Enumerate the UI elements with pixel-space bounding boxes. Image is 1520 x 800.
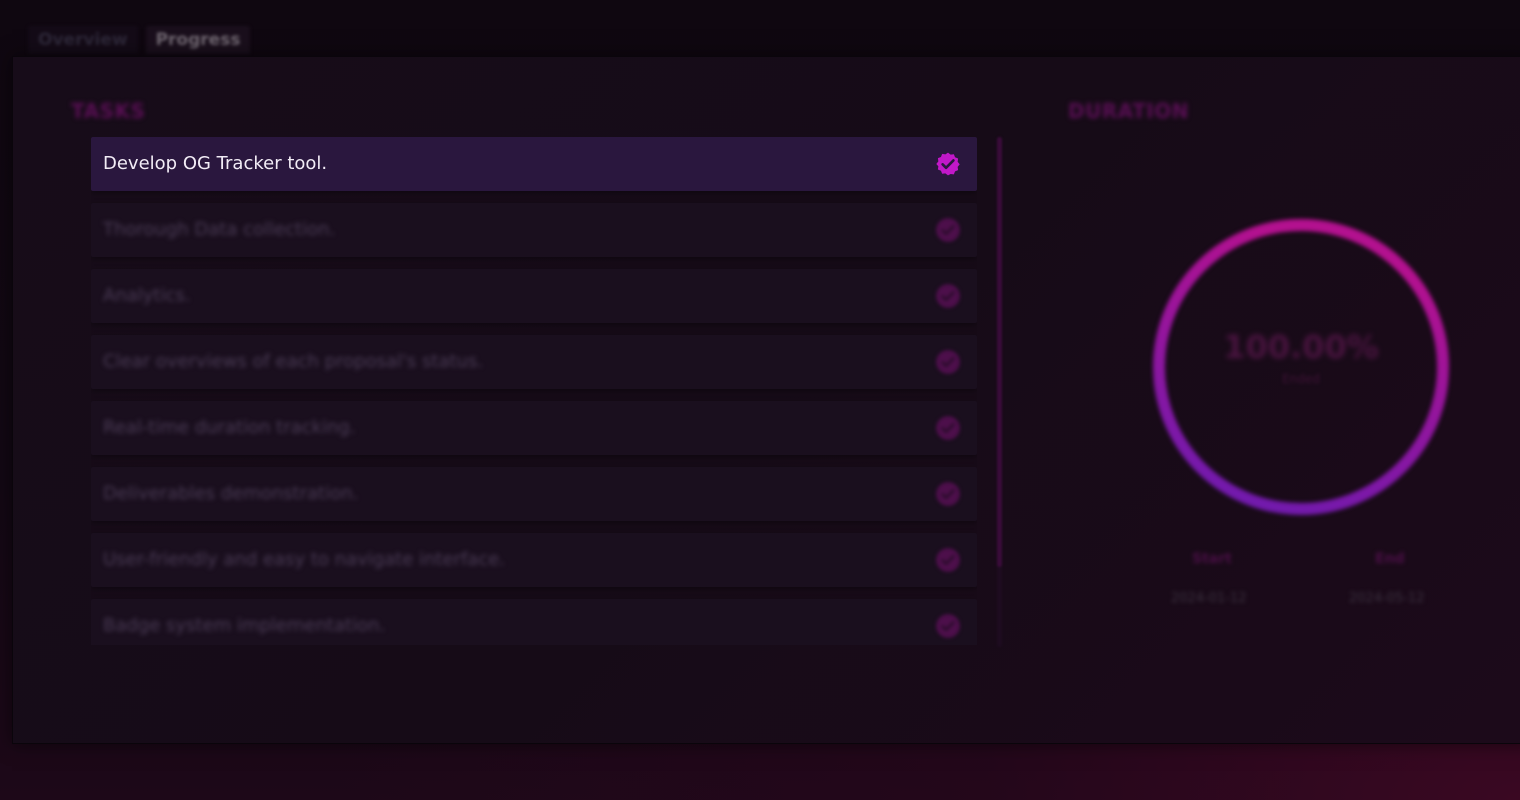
task-row[interactable]: Analytics. <box>91 269 977 323</box>
duration-title: DURATION <box>1068 99 1189 123</box>
ring-center: 100.00% Ended <box>1146 212 1456 522</box>
progress-percent: 100.00% <box>1223 328 1379 366</box>
tab-overview[interactable]: Overview <box>28 26 138 54</box>
tasks-title: TASKS <box>71 99 146 123</box>
verified-check-icon <box>936 218 960 242</box>
task-label: Badge system implementation. <box>103 615 386 636</box>
task-label: Deliverables demonstration. <box>103 483 359 504</box>
verified-check-icon <box>936 350 960 374</box>
task-label: User-friendly and easy to navigate inter… <box>103 549 506 570</box>
start-date: 2024-01-12 <box>1171 591 1247 606</box>
verified-check-icon <box>936 152 960 176</box>
tab-progress[interactable]: Progress <box>145 26 251 54</box>
progress-caption: Ended <box>1282 372 1320 386</box>
start-label: Start <box>1192 551 1232 567</box>
progress-panel: TASKS Develop OG Tracker tool. Thorough D… <box>12 56 1520 744</box>
verified-check-icon <box>936 614 960 638</box>
task-label: Develop OG Tracker tool. <box>103 153 328 174</box>
verified-check-icon <box>936 548 960 572</box>
verified-check-icon <box>936 482 960 506</box>
task-list-scrollbar[interactable] <box>997 137 1002 647</box>
task-row[interactable]: Develop OG Tracker tool. <box>91 137 977 191</box>
end-label: End <box>1375 551 1405 567</box>
task-label: Clear overviews of each proposal's statu… <box>103 351 484 372</box>
task-label: Analytics. <box>103 285 191 306</box>
task-label: Thorough Data collection. <box>103 219 336 240</box>
duration-progress-ring: 100.00% Ended <box>1146 212 1456 522</box>
task-row[interactable]: Deliverables demonstration. <box>91 467 977 521</box>
task-label: Real-time duration tracking. <box>103 417 356 438</box>
task-row[interactable]: Badge system implementation. <box>91 599 977 645</box>
end-date: 2024-05-12 <box>1349 591 1425 606</box>
task-row[interactable]: Thorough Data collection. <box>91 203 977 257</box>
verified-check-icon <box>936 284 960 308</box>
verified-check-icon <box>936 416 960 440</box>
task-row[interactable]: Real-time duration tracking. <box>91 401 977 455</box>
task-list: Develop OG Tracker tool. Thorough Data co… <box>91 137 977 645</box>
task-row[interactable]: Clear overviews of each proposal's statu… <box>91 335 977 389</box>
task-row[interactable]: User-friendly and easy to navigate inter… <box>91 533 977 587</box>
page: Overview Progress TASKS Develop OG Track… <box>0 0 1520 800</box>
scrollbar-thumb[interactable] <box>997 137 1002 567</box>
tab-bar: Overview Progress <box>28 26 251 54</box>
